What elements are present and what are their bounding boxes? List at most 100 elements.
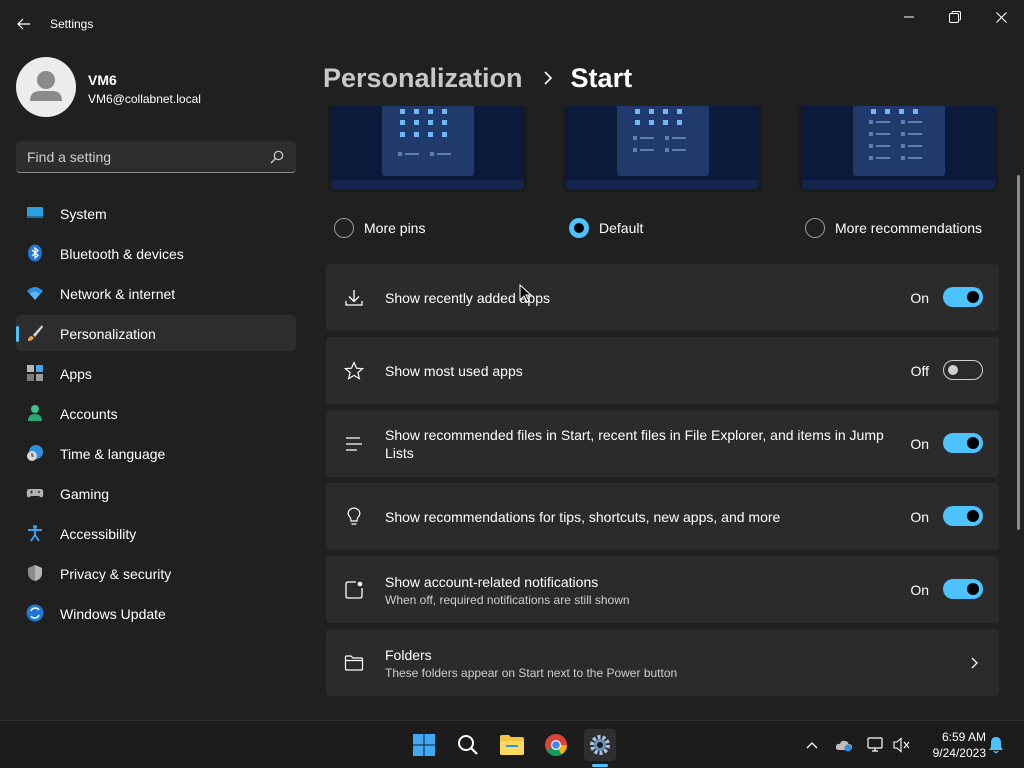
radio-button-selected[interactable] — [569, 218, 589, 238]
title-bar: Settings — [0, 0, 1024, 48]
accounts-icon — [28, 405, 42, 421]
radio-button[interactable] — [805, 218, 825, 238]
radio-default[interactable]: Default — [569, 216, 643, 240]
network-button[interactable] — [867, 736, 885, 754]
layout-preview-default[interactable] — [563, 106, 762, 192]
setting-folders[interactable]: Folders These folders appear on Start ne… — [326, 629, 999, 696]
scrollbar[interactable] — [1017, 175, 1020, 530]
shield-icon — [28, 565, 42, 581]
minimize-button[interactable] — [886, 4, 932, 30]
radio-label: Default — [599, 220, 644, 236]
sidebar-item-gaming[interactable]: Gaming — [16, 475, 296, 511]
start-button[interactable] — [408, 729, 440, 761]
toggle-switch[interactable] — [943, 360, 983, 380]
notification-icon — [345, 581, 363, 599]
active-app-indicator — [592, 764, 608, 767]
sidebar-item-network[interactable]: Network & internet — [16, 275, 296, 311]
close-button[interactable] — [978, 4, 1024, 30]
folder-icon — [344, 655, 364, 671]
radio-label: More pins — [364, 220, 426, 236]
toggle-state: On — [910, 290, 929, 306]
user-email: VM6@collabnet.local — [88, 92, 201, 106]
layout-preview-more-pins[interactable] — [328, 106, 527, 192]
setting-title: Show recommended files in Start, recent … — [385, 427, 884, 461]
settings-content: More pins Default More recommendations S… — [326, 106, 1000, 720]
time-language-icon — [27, 445, 43, 461]
chrome-button[interactable] — [540, 729, 572, 761]
setting-recommended-files: Show recommended files in Start, recent … — [326, 410, 999, 477]
volume-muted-icon — [893, 737, 910, 753]
user-profile[interactable]: VM6 VM6@collabnet.local — [16, 57, 296, 117]
sidebar-item-bluetooth[interactable]: Bluetooth & devices — [16, 235, 296, 271]
sidebar-item-privacy[interactable]: Privacy & security — [16, 555, 296, 591]
sidebar-item-label: Time & language — [60, 446, 166, 462]
toggle-switch[interactable] — [943, 287, 983, 307]
sidebar-item-time-language[interactable]: Time & language — [16, 435, 296, 471]
sidebar-item-apps[interactable]: Apps — [16, 355, 296, 391]
setting-title: Show most used apps — [385, 363, 523, 379]
onedrive-cloud-icon — [835, 740, 852, 752]
toggle-switch[interactable] — [943, 433, 983, 453]
radio-more-pins[interactable]: More pins — [334, 216, 425, 240]
network-monitor-icon — [867, 737, 883, 752]
setting-most-used-apps: Show most used apps Off — [326, 337, 999, 404]
sidebar-item-label: Windows Update — [60, 606, 166, 622]
list-icon — [346, 437, 362, 451]
sidebar-item-label: System — [60, 206, 107, 222]
gamepad-icon — [26, 489, 44, 498]
layout-preview-more-recommendations[interactable] — [799, 106, 998, 192]
page-title: Start — [570, 62, 633, 93]
radio-label: More recommendations — [835, 220, 983, 236]
search-placeholder: Find a setting — [27, 149, 112, 165]
sidebar-item-accessibility[interactable]: Accessibility — [16, 515, 296, 551]
setting-title: Folders — [385, 647, 432, 663]
setting-recently-added-apps: Show recently added apps On — [326, 264, 999, 331]
restore-button[interactable] — [932, 4, 978, 30]
sidebar-item-system[interactable]: System — [16, 195, 296, 231]
radio-button[interactable] — [334, 218, 354, 238]
minimize-icon — [904, 16, 914, 18]
taskbar-preview — [566, 180, 759, 189]
toggle-switch[interactable] — [943, 579, 983, 599]
start-menu-preview — [381, 106, 474, 176]
setting-title: Show recommendations for tips, shortcuts… — [385, 509, 781, 525]
search-input[interactable]: Find a setting — [16, 141, 296, 173]
onedrive-button[interactable] — [835, 736, 853, 754]
clock-time: 6:59 AM — [941, 730, 986, 744]
radio-more-recommendations[interactable]: More recommendations — [805, 216, 982, 240]
start-menu-preview — [616, 106, 709, 176]
system-clock[interactable]: 6:59 AM 9/24/2023 — [918, 729, 986, 761]
sidebar-item-label: Personalization — [60, 326, 156, 342]
toggle-switch[interactable] — [943, 506, 983, 526]
recommendations-grid-icon — [868, 109, 922, 160]
bluetooth-icon — [28, 244, 42, 262]
chevron-up-icon — [806, 742, 818, 749]
notifications-button[interactable] — [987, 736, 1005, 754]
file-explorer-icon — [500, 735, 524, 755]
back-button[interactable] — [10, 12, 38, 36]
taskbar: 6:59 AM 9/24/2023 — [0, 720, 1024, 768]
lightbulb-icon — [347, 507, 361, 525]
sidebar-item-label: Gaming — [60, 486, 110, 502]
volume-button[interactable] — [893, 736, 911, 754]
settings-taskbar-button[interactable] — [584, 729, 616, 761]
avatar — [16, 57, 76, 117]
setting-subtitle: These folders appear on Start next to th… — [385, 666, 678, 680]
star-icon — [344, 361, 364, 380]
sidebar-item-windows-update[interactable]: Windows Update — [16, 595, 296, 631]
taskbar-search-button[interactable] — [452, 729, 484, 761]
update-icon — [26, 604, 44, 622]
search-icon — [458, 735, 478, 755]
breadcrumb-parent[interactable]: Personalization — [323, 63, 523, 94]
start-menu-preview — [852, 106, 945, 176]
sidebar-item-personalization[interactable]: Personalization — [16, 315, 296, 351]
app-title: Settings — [50, 17, 94, 31]
sidebar-item-accounts[interactable]: Accounts — [16, 395, 296, 431]
show-hidden-icons-button[interactable] — [803, 736, 821, 754]
apps-icon — [27, 365, 43, 381]
file-explorer-button[interactable] — [496, 729, 528, 761]
user-avatar-icon — [30, 71, 62, 101]
accessibility-icon — [28, 525, 42, 542]
default-grid-icon — [632, 109, 686, 152]
setting-title: Show account-related notifications — [385, 574, 599, 590]
